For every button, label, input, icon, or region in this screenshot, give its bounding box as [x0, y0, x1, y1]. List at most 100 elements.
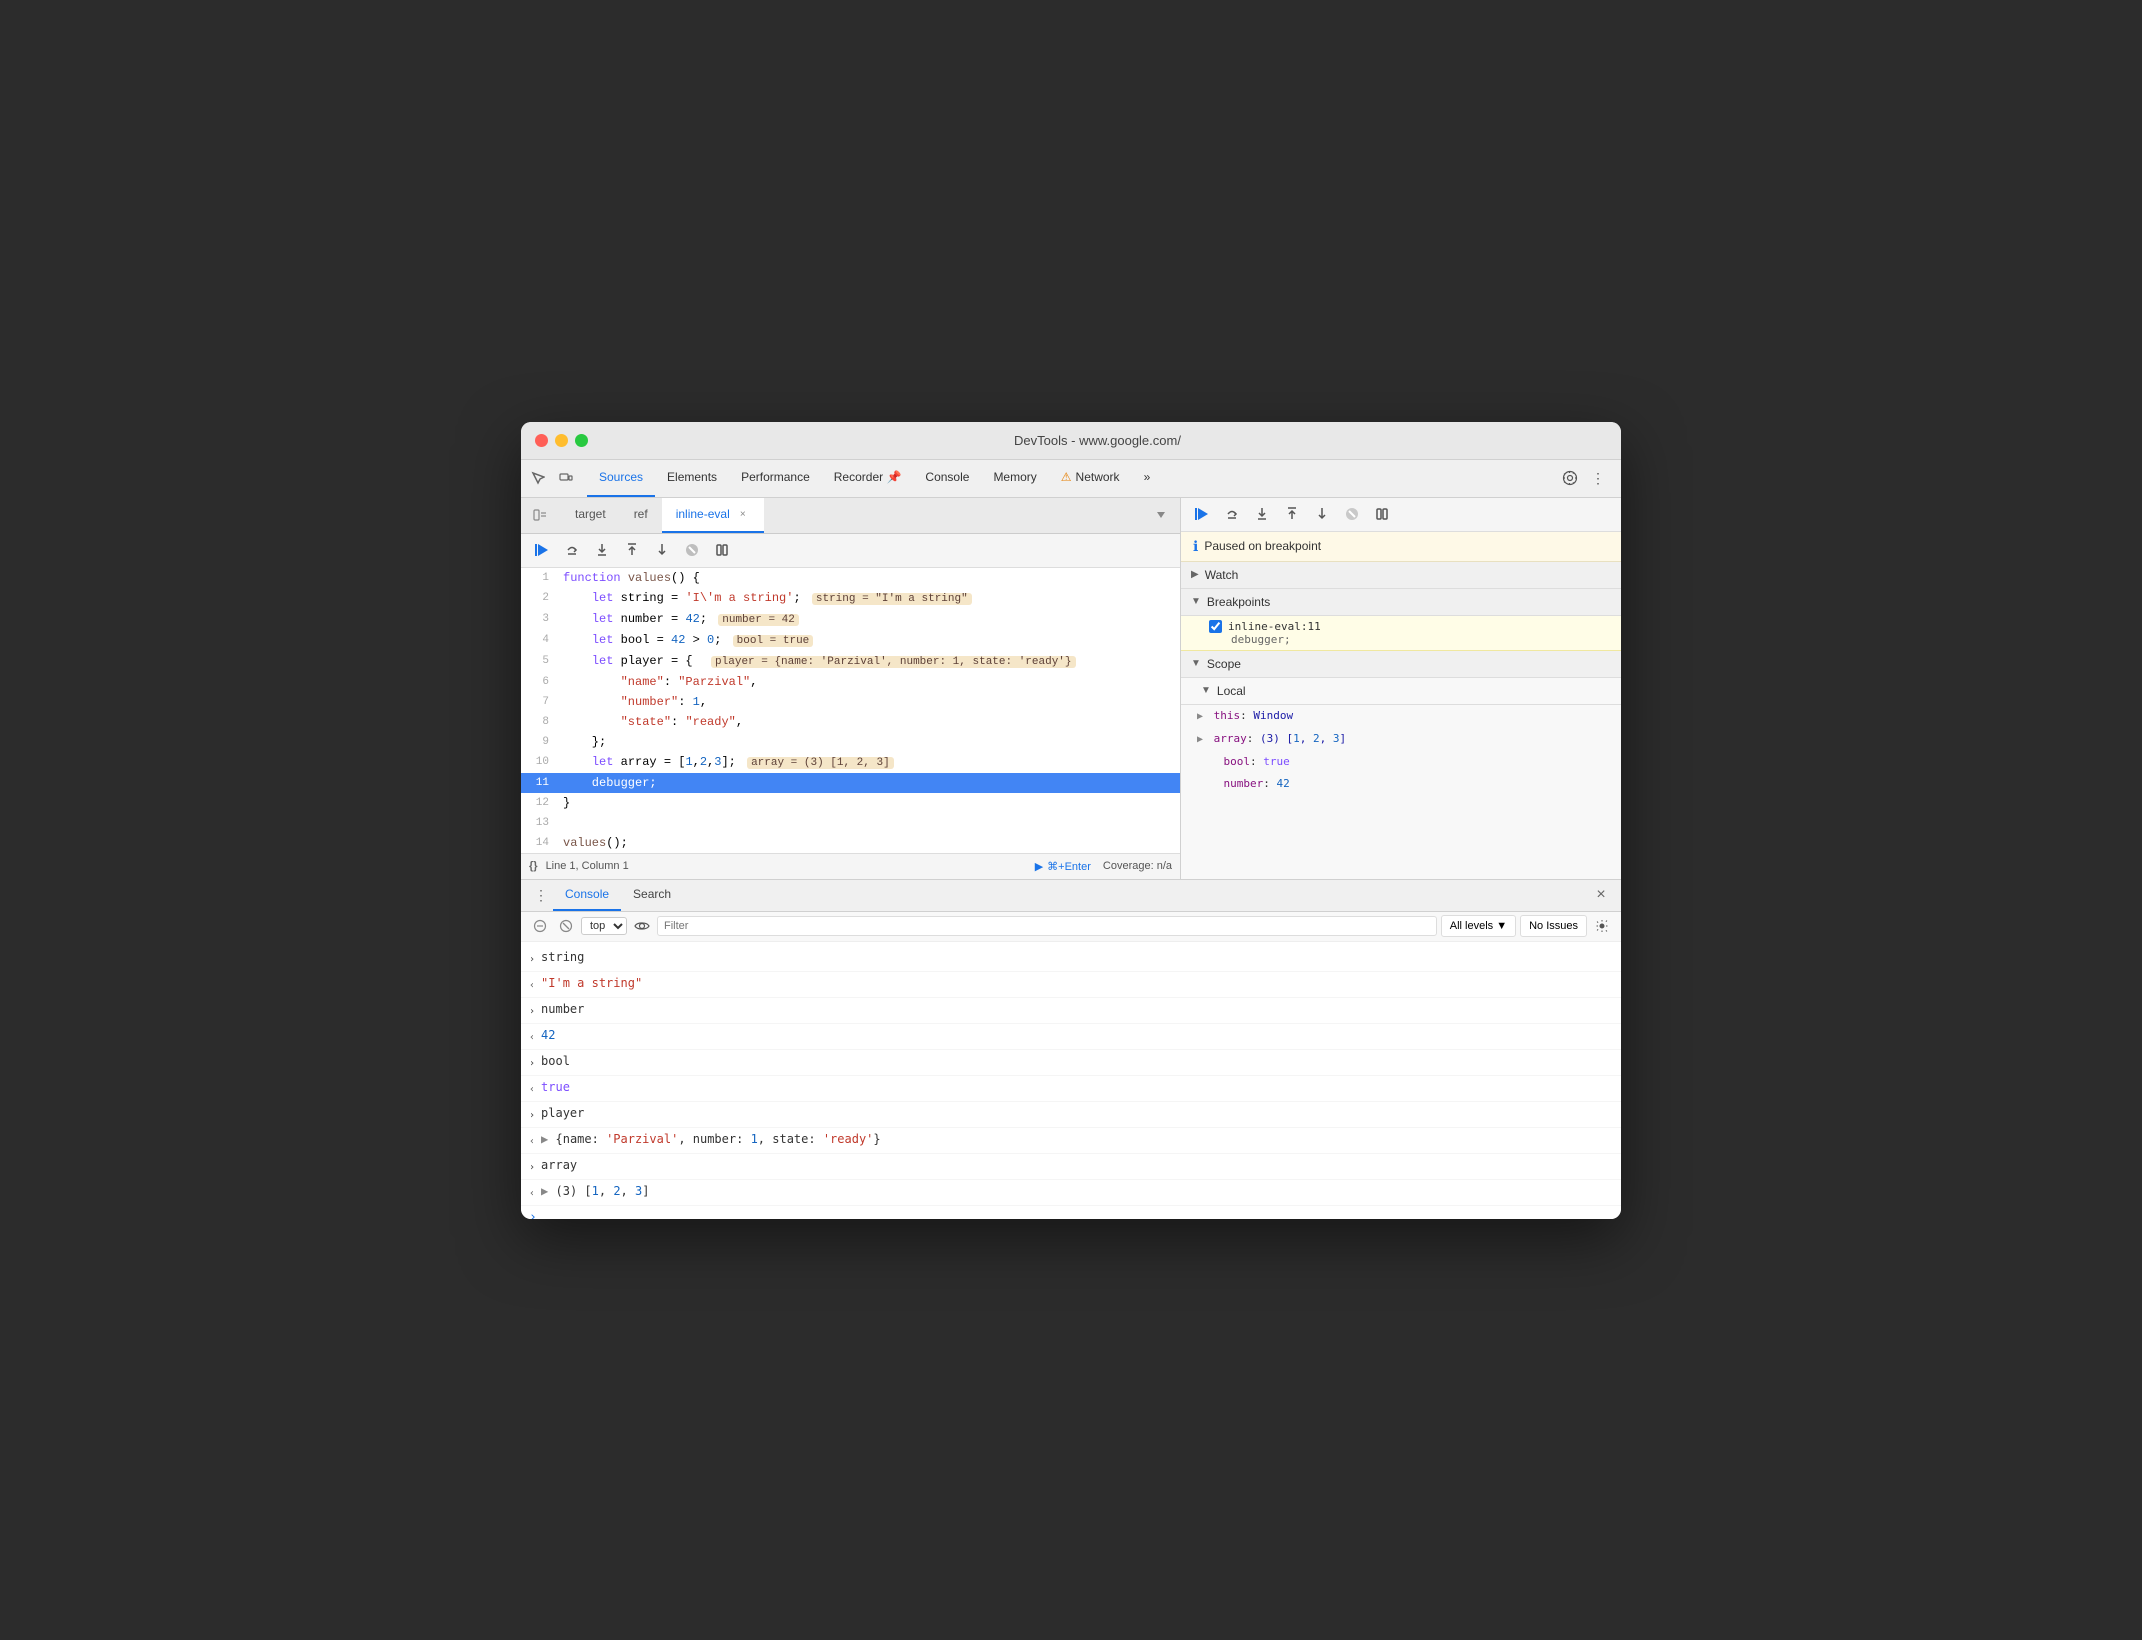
watch-section-header[interactable]: ▶ Watch [1181, 562, 1621, 589]
code-line-10: 10 let array = [1,2,3]; array = (3) [1, … [521, 752, 1180, 773]
main-area: target ref inline-eval × [521, 498, 1621, 879]
console-row-string-input: › string [521, 946, 1621, 972]
console-settings-icon[interactable] [1591, 915, 1613, 937]
code-line-4: 4 let bool = 42 > 0; bool = true [521, 630, 1180, 651]
right-pause-exceptions[interactable] [1369, 501, 1395, 527]
tab-elements[interactable]: Elements [655, 460, 729, 497]
info-icon: ℹ [1193, 538, 1198, 555]
console-row-bool-input: › bool [521, 1050, 1621, 1076]
step-button[interactable] [649, 537, 675, 563]
tab-ref[interactable]: ref [620, 498, 662, 533]
right-debug-toolbar [1181, 498, 1621, 532]
scope-expand-icon[interactable]: ▶ [1197, 711, 1203, 722]
console-output-arrow: ‹ [529, 1078, 535, 1099]
console-input-arrow: › [529, 1000, 535, 1021]
console-input-arrow: › [529, 1052, 535, 1073]
right-step-over[interactable] [1219, 501, 1245, 527]
inspector-icon[interactable] [525, 465, 551, 491]
source-tabs: target ref inline-eval × [561, 498, 1148, 533]
right-resume-button[interactable] [1189, 501, 1215, 527]
live-expressions-icon[interactable] [631, 915, 653, 937]
console-output-arrow: ‹ [529, 1182, 535, 1203]
code-line-12: 12 } [521, 793, 1180, 813]
window-title: DevTools - www.google.com/ [588, 433, 1607, 448]
breakpoint-checkbox[interactable] [1209, 620, 1222, 633]
code-line-13: 13 [521, 813, 1180, 833]
settings-icon[interactable] [1557, 465, 1583, 491]
maximize-button[interactable] [575, 434, 588, 447]
right-step-into[interactable] [1249, 501, 1275, 527]
tab-recorder[interactable]: Recorder 📌 [822, 460, 914, 497]
code-line-3: 3 let number = 42; number = 42 [521, 609, 1180, 630]
tab-target[interactable]: target [561, 498, 620, 533]
console-row-player-input: › player [521, 1102, 1621, 1128]
run-snippet-button[interactable]: ▶ ⌘+Enter [1035, 860, 1091, 873]
console-output-arrow: ‹ [529, 1026, 535, 1047]
code-line-9: 9 }; [521, 732, 1180, 752]
tab-console[interactable]: Console [913, 460, 981, 497]
status-bar: {} Line 1, Column 1 ▶ ⌘+Enter Coverage: … [521, 853, 1180, 879]
expand-player-icon[interactable]: ▶ [541, 1132, 548, 1146]
breakpoint-row: inline-eval:11 [1209, 620, 1609, 633]
tab-console-bottom[interactable]: Console [553, 880, 621, 911]
watch-arrow-icon: ▶ [1191, 569, 1199, 580]
resume-button[interactable] [529, 537, 555, 563]
tab-network[interactable]: ⚠Network [1049, 460, 1132, 497]
console-row-array-input: › array [521, 1154, 1621, 1180]
console-output: › string ‹ "I'm a string" › number ‹ 42 … [521, 942, 1621, 1219]
bottom-tabs: ⋮ Console Search × [521, 880, 1621, 912]
right-step-out[interactable] [1279, 501, 1305, 527]
source-editor[interactable]: 1 function values() { 2 let string = 'I\… [521, 568, 1180, 853]
console-row-array-output: ‹ ▶ (3) [1, 2, 3] [521, 1180, 1621, 1206]
right-step[interactable] [1309, 501, 1335, 527]
console-input-arrow: › [529, 948, 535, 969]
expand-array-icon[interactable]: ▶ [541, 1184, 548, 1198]
close-bottom-panel-button[interactable]: × [1589, 883, 1613, 907]
deactivate-breakpoints-button[interactable] [679, 537, 705, 563]
breakpoints-label: Breakpoints [1207, 595, 1270, 609]
tab-memory[interactable]: Memory [981, 460, 1048, 497]
console-menu-icon[interactable]: ⋮ [529, 883, 553, 907]
breakpoints-section-header[interactable]: ▼ Breakpoints [1181, 589, 1621, 616]
more-tabs-icon[interactable] [1148, 502, 1174, 528]
left-panel: target ref inline-eval × [521, 498, 1181, 879]
scope-this: ▶ this: Window [1181, 705, 1621, 728]
titlebar: DevTools - www.google.com/ [521, 422, 1621, 460]
right-panel: ℹ Paused on breakpoint ▶ Watch ▼ Breakpo… [1181, 498, 1621, 879]
context-selector[interactable]: top [581, 917, 627, 935]
more-options-icon[interactable]: ⋮ [1585, 465, 1611, 491]
pause-exceptions-button[interactable] [709, 537, 735, 563]
console-input-arrow: › [529, 1156, 535, 1177]
no-issues-button[interactable]: No Issues [1520, 915, 1587, 937]
preserve-log-icon[interactable] [555, 915, 577, 937]
show-navigator-icon[interactable] [527, 502, 553, 528]
step-into-button[interactable] [589, 537, 615, 563]
console-prompt-row[interactable]: › [521, 1206, 1621, 1219]
tab-search-bottom[interactable]: Search [621, 880, 683, 911]
clear-console-button[interactable] [529, 915, 551, 937]
step-over-button[interactable] [559, 537, 585, 563]
format-icon[interactable]: {} [529, 860, 538, 872]
device-toolbar-icon[interactable] [553, 465, 579, 491]
tab-performance[interactable]: Performance [729, 460, 822, 497]
scope-expand-icon[interactable]: ▶ [1197, 734, 1203, 745]
breakpoint-code: debugger; [1231, 633, 1291, 646]
tab-more[interactable]: » [1132, 460, 1163, 497]
right-deactivate-bp[interactable] [1339, 501, 1365, 527]
close-button[interactable] [535, 434, 548, 447]
step-out-button[interactable] [619, 537, 645, 563]
breakpoints-arrow-icon: ▼ [1191, 596, 1201, 607]
console-row-number-input: › number [521, 998, 1621, 1024]
tab-inline-eval[interactable]: inline-eval × [662, 498, 764, 533]
scope-arrow-icon: ▼ [1191, 658, 1201, 669]
console-toolbar: top All levels ▼ No Issues [521, 912, 1621, 942]
source-tab-more[interactable] [1148, 498, 1174, 533]
minimize-button[interactable] [555, 434, 568, 447]
tab-sources[interactable]: Sources [587, 460, 655, 497]
local-scope-header[interactable]: ▼ Local [1181, 678, 1621, 705]
log-levels-button[interactable]: All levels ▼ [1441, 915, 1516, 937]
close-tab-icon[interactable]: × [736, 507, 750, 521]
console-filter-input[interactable] [657, 916, 1437, 936]
scope-section-header[interactable]: ▼ Scope [1181, 651, 1621, 678]
debug-toolbar [521, 534, 1180, 568]
